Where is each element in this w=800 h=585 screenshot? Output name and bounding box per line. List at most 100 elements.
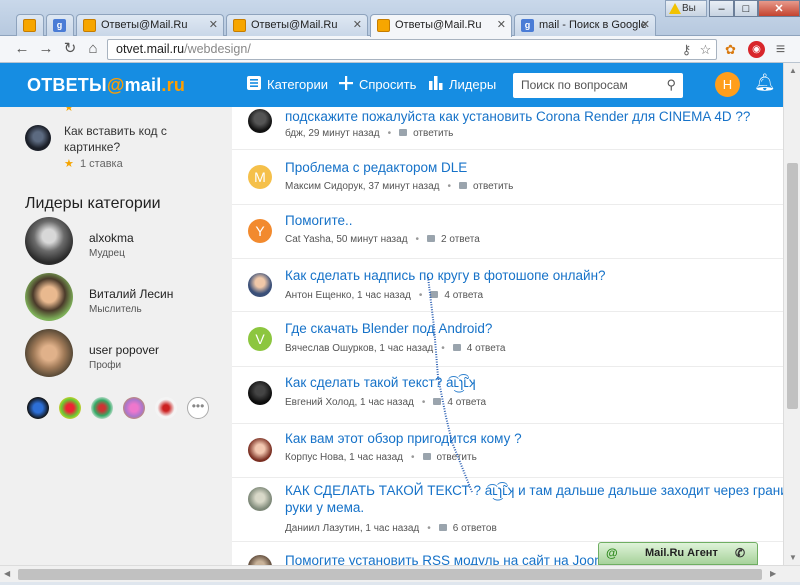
tab-google-search[interactable]: g mail - Поиск в Google ✕ [514, 14, 656, 36]
search-input[interactable]: Поиск по вопросам ⚲ [513, 73, 683, 98]
question-author[interactable]: Корпус Нова, 1 час назад [285, 452, 403, 463]
window-close-button[interactable]: ✕ [758, 0, 800, 17]
close-icon[interactable]: ✕ [497, 18, 506, 31]
maximize-button[interactable]: □ [734, 0, 758, 17]
nav-ask[interactable]: Спросить [339, 76, 416, 92]
close-icon[interactable]: ✕ [353, 18, 362, 31]
profile-label: Вы [682, 3, 696, 14]
avatar[interactable] [25, 329, 73, 377]
avatar[interactable] [25, 273, 73, 321]
home-icon[interactable]: ⌂ [84, 40, 102, 58]
g-icon: g [521, 19, 534, 32]
mail-icon [23, 19, 36, 32]
sidebar-question-title[interactable]: Как вставить код с картинке? [64, 123, 214, 155]
star-icon[interactable]: ☆ [697, 41, 714, 58]
scroll-thumb[interactable] [18, 569, 762, 580]
avatar[interactable] [59, 397, 81, 419]
answers-link[interactable]: ответить [413, 128, 453, 139]
browser-toolbar: ← → ↻ ⌂ otvet.mail.ru/webdesign/ ⚷ ☆ ✿ ◉… [0, 36, 800, 63]
leader-name[interactable]: alxokma [89, 231, 134, 245]
answers-link[interactable]: 2 ответа [441, 234, 480, 245]
answers-link[interactable]: ответить [473, 181, 513, 192]
question-author[interactable]: Антон Ещенко, 1 час назад [285, 290, 411, 301]
tab-otvety-1[interactable]: Ответы@Mail.Ru ✕ [76, 14, 224, 36]
leader-rank: Мыслитель [89, 304, 142, 315]
question-author[interactable]: бдж, 29 минут назад [285, 128, 380, 139]
avatar[interactable] [123, 397, 145, 419]
avatar[interactable] [248, 109, 272, 133]
avatar[interactable] [248, 555, 272, 565]
leader-name[interactable]: user popover [89, 343, 159, 357]
address-bar[interactable]: otvet.mail.ru/webdesign/ [107, 39, 717, 60]
question-title[interactable]: Помогите.. [285, 212, 353, 229]
question-meta: Даниил Лазутин, 1 час назад • 6 ответов [285, 523, 497, 534]
more-leaders-button[interactable]: ••• [187, 397, 209, 419]
bell-icon[interactable]: 🔔︎ [754, 73, 776, 93]
avatar[interactable] [248, 438, 272, 462]
search-icon[interactable]: ⚲ [666, 77, 676, 93]
scroll-right-icon[interactable]: ▶ [770, 569, 776, 578]
profile-badge[interactable]: Вы [665, 0, 707, 17]
mail-icon [377, 19, 390, 32]
tab-label: Ответы@Mail.Ru [101, 19, 188, 31]
close-icon[interactable]: ✕ [641, 18, 650, 31]
mailru-agent-bar[interactable]: @ Mail.Ru Агент ✆ [598, 542, 758, 565]
avatar[interactable] [155, 397, 177, 419]
tab-pinned-google[interactable]: g [46, 14, 74, 36]
scroll-down-icon[interactable]: ▼ [789, 553, 797, 562]
extension-basket-icon[interactable]: ✿ [722, 41, 739, 58]
extension-opera-icon[interactable]: ◉ [748, 41, 765, 58]
avatar[interactable]: M [248, 165, 272, 189]
question-title[interactable]: КАК СДЕЛАТЬ ТАКОЙ ТЕКСТ ? a͡ʟ͜ɿ͡ʟ̃ʞ и та… [285, 482, 783, 499]
question-author[interactable]: Cat Yasha, 50 минут назад [285, 234, 408, 245]
question-meta: бдж, 29 минут назад • ответить [285, 128, 454, 139]
answers-link[interactable]: 6 ответов [453, 523, 497, 534]
avatar[interactable] [248, 273, 272, 297]
avatar[interactable]: V [248, 327, 272, 351]
avatar[interactable] [248, 487, 272, 511]
nav-categories[interactable]: Категории [247, 76, 328, 92]
avatar[interactable] [248, 381, 272, 405]
question-title[interactable]: Помогите установить RSS модуль на сайт н… [285, 552, 616, 565]
phone-icon[interactable]: ✆ [735, 543, 745, 563]
question-author[interactable]: Максим Сидорук, 37 минут назад [285, 181, 440, 192]
reload-icon[interactable]: ↻ [61, 40, 79, 58]
nav-leaders[interactable]: Лидеры [429, 76, 496, 92]
leader-name[interactable]: Виталий Лесин [89, 287, 173, 301]
list-item: Как сделать такой текст? a͡ʟ͜ɿ͡ʟ̃ʞ Евген… [232, 366, 783, 423]
tab-otvety-active[interactable]: Ответы@Mail.Ru ✕ [370, 14, 512, 37]
avatar[interactable] [91, 397, 113, 419]
tab-pinned-mail[interactable] [16, 14, 44, 36]
key-icon[interactable]: ⚷ [678, 41, 695, 58]
leader-item[interactable]: Виталий Лесин Мыслитель [25, 273, 225, 323]
menu-icon[interactable]: ≡ [772, 41, 789, 58]
question-author[interactable]: Вячеслав Ошурков, 1 час назад [285, 343, 433, 354]
avatar[interactable]: Y [248, 219, 272, 243]
back-arrow-icon[interactable]: ← [13, 40, 31, 58]
list-item: M Проблема с редактором DLE Максим Сидор… [232, 149, 783, 204]
question-title[interactable]: Проблема с редактором DLE [285, 159, 467, 176]
close-icon[interactable]: ✕ [209, 18, 218, 31]
user-avatar[interactable]: Н [715, 72, 740, 97]
scroll-up-icon[interactable]: ▲ [789, 66, 797, 75]
tab-label: mail - Поиск в Google [539, 19, 647, 31]
horizontal-scrollbar[interactable]: ◀ ▶ [0, 565, 800, 582]
question-title-continuation[interactable]: руки у мема. [285, 499, 364, 516]
scroll-thumb[interactable] [787, 163, 798, 409]
tab-otvety-2[interactable]: Ответы@Mail.Ru ✕ [226, 14, 368, 36]
question-author[interactable]: Евгений Холод, 1 час назад [285, 397, 414, 408]
list-item: подскажите пожалуйста как установить Cor… [232, 107, 783, 149]
question-author[interactable]: Даниил Лазутин, 1 час назад [285, 523, 419, 534]
avatar[interactable] [25, 125, 51, 151]
site-logo[interactable]: ОТВЕТЫ@mail.ru [27, 75, 185, 96]
avatar[interactable] [25, 217, 73, 265]
forward-arrow-icon[interactable]: → [37, 40, 55, 58]
minimize-button[interactable]: – [709, 0, 734, 17]
leader-item[interactable]: user popover Профи [25, 329, 225, 379]
question-title[interactable]: подскажите пожалуйста как установить Cor… [285, 108, 750, 125]
avatar[interactable] [27, 397, 49, 419]
comment-icon [438, 524, 447, 531]
vertical-scrollbar[interactable]: ▲ ▼ [783, 63, 800, 565]
leader-item[interactable]: alxokma Мудрец [25, 217, 225, 267]
scroll-left-icon[interactable]: ◀ [4, 569, 10, 578]
